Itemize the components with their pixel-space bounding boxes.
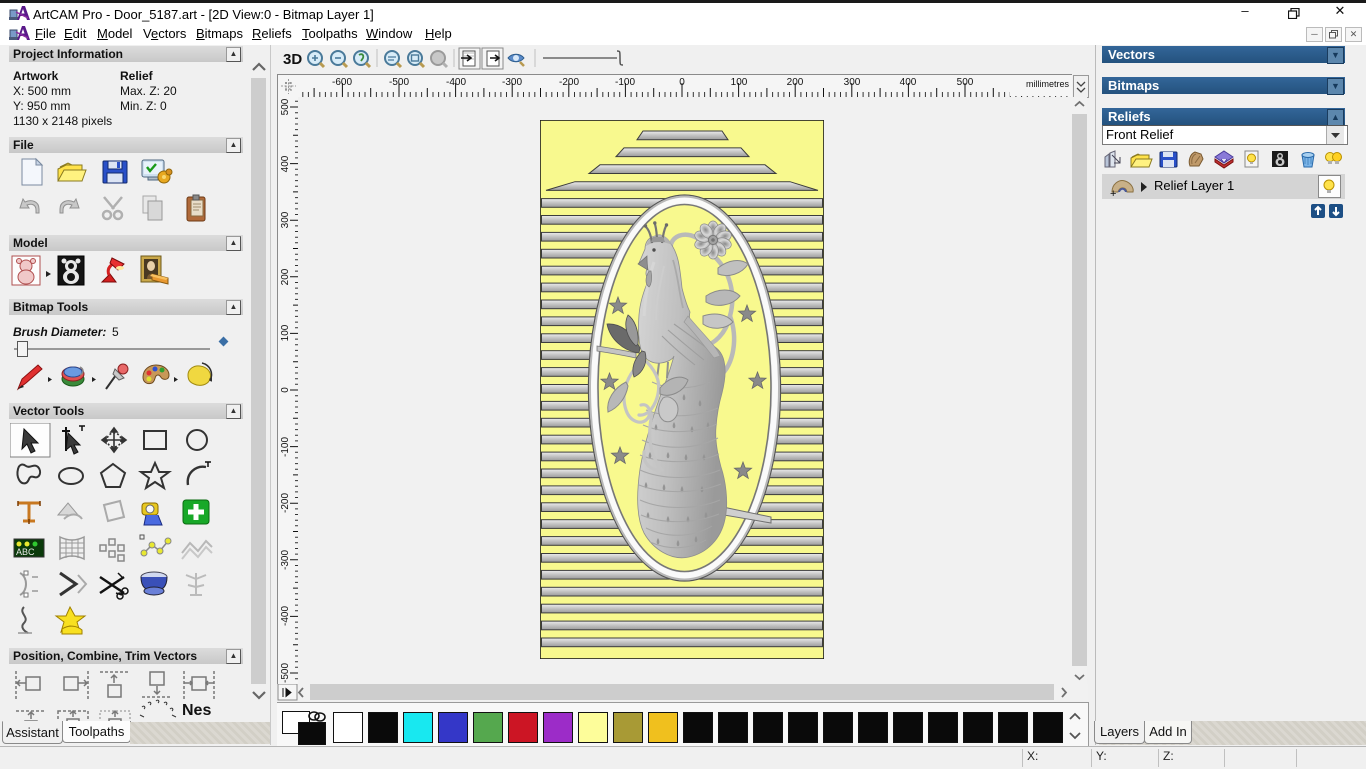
svg-text:400: 400 [280, 155, 291, 172]
svg-text:-200: -200 [280, 493, 291, 513]
svg-text:400: 400 [900, 77, 917, 88]
svg-text:0: 0 [280, 387, 291, 393]
svg-text:300: 300 [844, 77, 861, 88]
svg-text:200: 200 [280, 268, 291, 285]
svg-text:-400: -400 [446, 77, 466, 88]
svg-text:millimetres: millimetres [1026, 79, 1070, 89]
svg-text:300: 300 [280, 211, 291, 228]
svg-text:100: 100 [280, 324, 291, 341]
svg-text:200: 200 [787, 77, 804, 88]
svg-text:-100: -100 [615, 77, 635, 88]
svg-text:+: + [1110, 188, 1116, 198]
svg-text:-500: -500 [389, 77, 409, 88]
svg-text:500: 500 [957, 77, 974, 88]
svg-text:100: 100 [731, 77, 748, 88]
svg-text:-100: -100 [280, 437, 291, 457]
svg-text:-300: -300 [502, 77, 522, 88]
svg-text:-600: -600 [332, 77, 352, 88]
svg-text:500: 500 [280, 98, 291, 115]
svg-text:-200: -200 [559, 77, 579, 88]
svg-text:-300: -300 [280, 550, 291, 570]
svg-text:ABC: ABC [16, 547, 35, 557]
svg-text:0: 0 [679, 77, 685, 88]
svg-text:-500: -500 [280, 663, 291, 683]
svg-text:-400: -400 [280, 606, 291, 626]
svg-text:Nes: Nes [182, 702, 211, 719]
svg-text:3D: 3D [283, 51, 302, 68]
